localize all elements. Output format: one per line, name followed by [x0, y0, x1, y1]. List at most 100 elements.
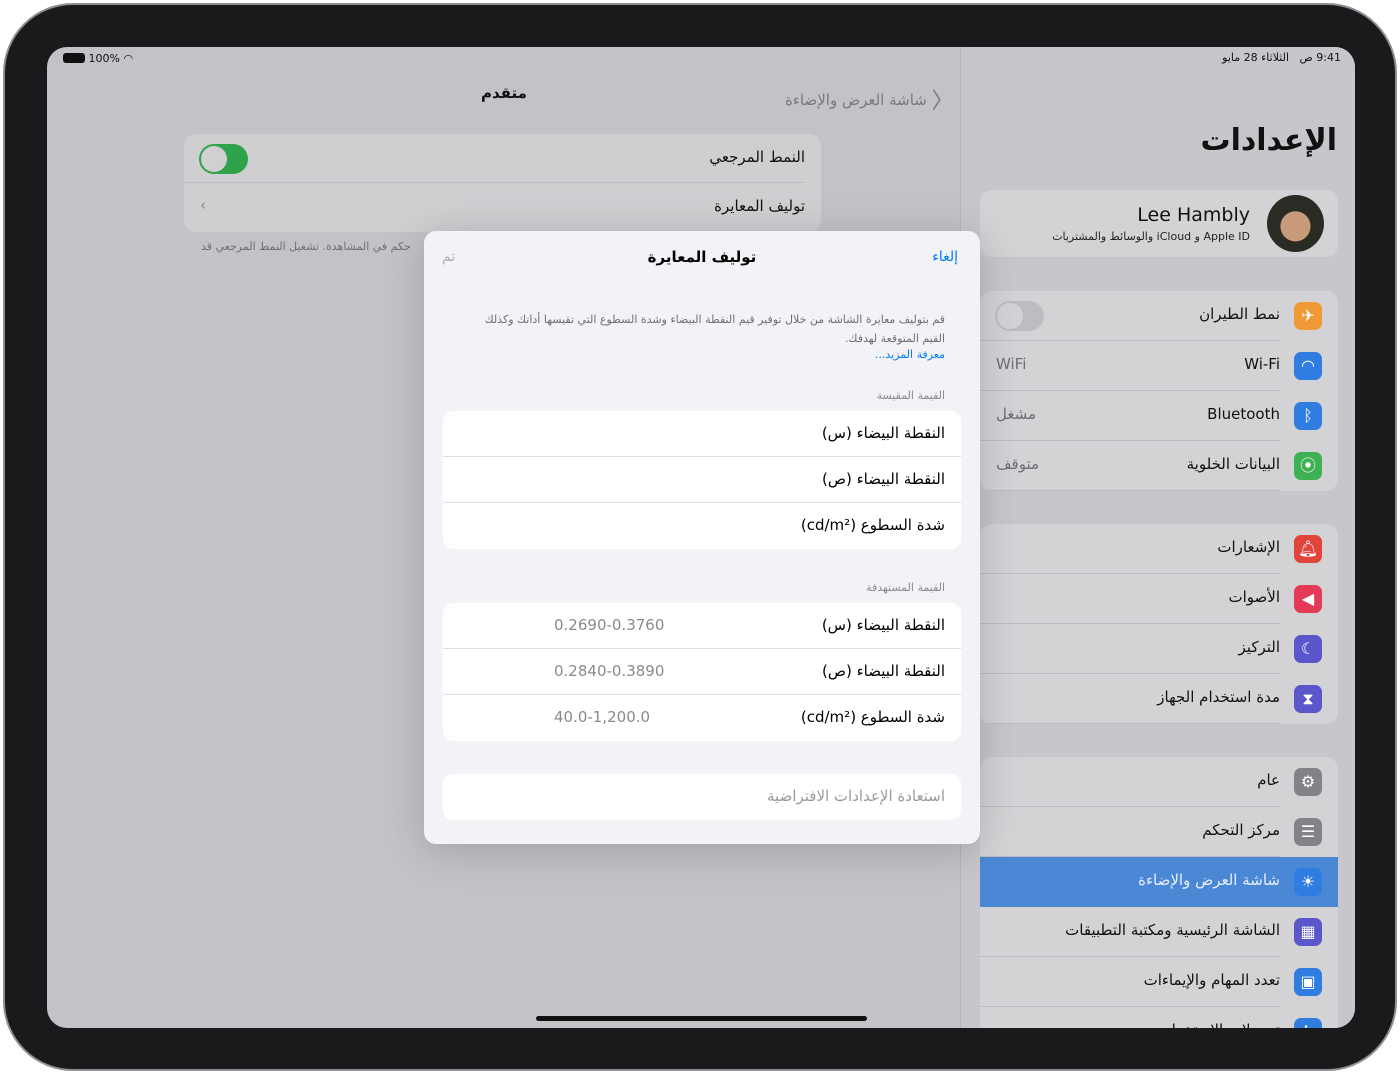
status-time: 9:41 ص	[1299, 51, 1342, 64]
sidebar-item-label: تسهيلات الاستخدام	[1162, 1021, 1280, 1028]
target-row[interactable]: شدة السطوع (cd/m²) 40.0-1,200.0	[443, 695, 961, 741]
chevron-icon: ‹	[200, 196, 206, 214]
accessibility-icon: ♿︎	[1294, 1018, 1322, 1028]
sidebar-item-label: الأصوات	[1228, 588, 1281, 606]
sidebar-item-label: Wi-Fi	[1244, 355, 1280, 373]
page-title: متقدم	[481, 84, 527, 102]
sidebar-item[interactable]: ☰ مركز التحكم	[980, 807, 1338, 857]
sidebar-item[interactable]: ✈ نمط الطيران	[980, 291, 1338, 341]
antenna-icon: ⦿	[1294, 452, 1322, 480]
measured-row[interactable]: النقطة البيضاء (ص)	[443, 457, 961, 503]
target-header: القيمة المستهدفة	[866, 581, 945, 594]
wifi-status-icon: ◠	[123, 52, 134, 65]
avatar	[1267, 195, 1324, 252]
sidebar-title: الإعدادات	[1200, 123, 1337, 158]
profile-card[interactable]: Lee Hambly Apple ID و iCloud والوسائط وا…	[980, 190, 1338, 257]
row-label: شدة السطوع (cd/m²)	[800, 516, 945, 534]
wifi-icon: ◠	[1294, 352, 1322, 380]
bell-icon: 🔔︎	[1294, 535, 1322, 563]
sun-icon: ☀	[1294, 868, 1322, 896]
sidebar-item[interactable]: ☾ التركيز	[980, 624, 1338, 674]
sidebar-item[interactable]: ♿︎ تسهيلات الاستخدام	[980, 1007, 1338, 1028]
group-notifications: 🔔︎ الإشعارات ◀ الأصوات ☾ التركيز ⧗ مدة استخدام …	[980, 524, 1338, 724]
status-date: الثلاثاء 28 مايو	[1222, 51, 1289, 64]
airplane-mode-toggle[interactable]	[995, 301, 1044, 331]
sidebar-item-label: Bluetooth	[1207, 405, 1280, 423]
sidebar-item-label: البيانات الخلوية	[1186, 455, 1280, 473]
sidebar-item[interactable]: ⚙ عام	[980, 757, 1338, 807]
restore-defaults-button[interactable]: استعادة الإعدادات الافتراضية	[443, 774, 961, 820]
target-row[interactable]: النقطة البيضاء (ص) 0.2840-0.3890	[443, 649, 961, 695]
profile-name: Lee Hambly	[1137, 204, 1250, 226]
measured-row[interactable]: شدة السطوع (cd/m²)	[443, 503, 961, 549]
sidebar-item-label: مركز التحكم	[1202, 821, 1280, 839]
sidebar-item-value: متوقف	[996, 455, 1040, 473]
sidebar-item-label: التركيز	[1238, 638, 1280, 656]
sidebar-item[interactable]: ▦ الشاشة الرئيسية ومكتبة التطبيقات	[980, 907, 1338, 957]
back-button[interactable]: 〈 شاشة العرض والإضاءة	[785, 83, 954, 115]
reference-mode-toggle[interactable]	[199, 144, 248, 174]
sidebar-item[interactable]: ▣ تعدد المهام والإيماءات	[980, 957, 1338, 1007]
bluetooth-icon: ᛒ	[1294, 402, 1322, 430]
measured-row[interactable]: النقطة البيضاء (س)	[443, 411, 961, 457]
sidebar-item-label: عام	[1257, 771, 1280, 789]
row-label: النمط المرجعي	[709, 148, 805, 166]
sidebar-item[interactable]: ᛒ Bluetooth مشغل	[980, 391, 1338, 441]
hourglass-icon: ⧗	[1294, 685, 1322, 713]
sidebar-item[interactable]: ◠ Wi-Fi WiFi	[980, 341, 1338, 391]
sidebar: الإعدادات Lee Hambly Apple ID و iCloud و…	[960, 47, 1355, 1028]
value-input[interactable]: 0.2690-0.3760	[554, 616, 664, 634]
value-input[interactable]: 0.2840-0.3890	[554, 662, 664, 680]
reference-mode-row: النمط المرجعي	[184, 134, 821, 183]
sidebar-item[interactable]: ⧗ مدة استخدام الجهاز	[980, 674, 1338, 724]
multitask-icon: ▣	[1294, 968, 1322, 996]
group-connectivity: ✈ نمط الطيران ◠ Wi-Fi WiFi ᛒ Bluetooth مشغل ⦿ الب…	[980, 291, 1338, 491]
moon-icon: ☾	[1294, 635, 1322, 663]
sidebar-item-label: شاشة العرض والإضاءة	[1138, 871, 1280, 889]
row-label: النقطة البيضاء (ص)	[822, 662, 945, 680]
detail-group: النمط المرجعي توليف المعايرة ‹	[184, 134, 821, 232]
sidebar-item[interactable]: 🔔︎ الإشعارات	[980, 524, 1338, 574]
row-label: توليف المعايرة	[714, 197, 805, 215]
profile-subtitle: Apple ID و iCloud والوسائط والمشتريات	[1052, 230, 1250, 243]
detail-footer: حكم في المشاهدة. تشغيل النمط المرجعي قد	[201, 240, 411, 253]
sidebar-item-label: الإشعارات	[1217, 538, 1280, 556]
measured-header: القيمة المقيسة	[876, 389, 945, 402]
group-general: ⚙ عام ☰ مركز التحكم ☀ شاشة العرض والإضاءة ▦ الش…	[980, 757, 1338, 1028]
sidebar-item[interactable]: ☀ شاشة العرض والإضاءة	[980, 857, 1338, 907]
home-indicator[interactable]	[536, 1016, 867, 1021]
sidebar-item-label: تعدد المهام والإيماءات	[1143, 971, 1280, 989]
row-label: النقطة البيضاء (س)	[821, 424, 945, 442]
back-label: شاشة العرض والإضاءة	[785, 91, 927, 109]
airplane-icon: ✈	[1294, 302, 1322, 330]
measured-group: النقطة البيضاء (س) النقطة البيضاء (ص) شدة …	[443, 411, 961, 549]
sidebar-item[interactable]: ⦿ البيانات الخلوية متوقف	[980, 441, 1338, 491]
row-label: شدة السطوع (cd/m²)	[800, 708, 945, 726]
screen: 100% ◠ 9:41 ص الثلاثاء 28 مايو 〈 شاشة ال…	[47, 47, 1355, 1028]
gear-icon: ⚙	[1294, 768, 1322, 796]
sheet-title: توليف المعايرة	[647, 248, 757, 266]
fine-tune-calibration-sheet: إلغاء توليف المعايرة تم قم بتوليف معايرة…	[424, 231, 980, 844]
chevron-left-icon: 〈	[931, 89, 954, 114]
status-left: 100% ◠	[63, 52, 133, 65]
fine-tune-calibration-row[interactable]: توليف المعايرة ‹	[184, 183, 821, 232]
battery-icon	[63, 53, 85, 63]
done-button[interactable]: تم	[442, 249, 455, 265]
speaker-icon: ◀	[1294, 585, 1322, 613]
sheet-description: قم بتوليف معايرة الشاشة من خلال توفير قي…	[484, 313, 945, 345]
sidebar-item-value: مشغل	[996, 405, 1037, 423]
restore-label: استعادة الإعدادات الافتراضية	[767, 787, 945, 805]
value-input[interactable]: 40.0-1,200.0	[554, 708, 650, 726]
learn-more-link[interactable]: معرفة المزيد...	[875, 348, 945, 361]
row-label: النقطة البيضاء (س)	[821, 616, 945, 634]
sidebar-item[interactable]: ◀ الأصوات	[980, 574, 1338, 624]
sidebar-item-value: WiFi	[996, 355, 1027, 373]
sidebar-item-label: الشاشة الرئيسية ومكتبة التطبيقات	[1065, 921, 1280, 939]
target-row[interactable]: النقطة البيضاء (س) 0.2690-0.3760	[443, 603, 961, 649]
target-group: النقطة البيضاء (س) 0.2690-0.3760 النقطة ال…	[443, 603, 961, 741]
status-right: 9:41 ص الثلاثاء 28 مايو	[1222, 51, 1341, 64]
switches-icon: ☰	[1294, 818, 1322, 846]
sidebar-item-label: مدة استخدام الجهاز	[1157, 688, 1280, 706]
grid-icon: ▦	[1294, 918, 1322, 946]
row-label: النقطة البيضاء (ص)	[822, 470, 945, 488]
